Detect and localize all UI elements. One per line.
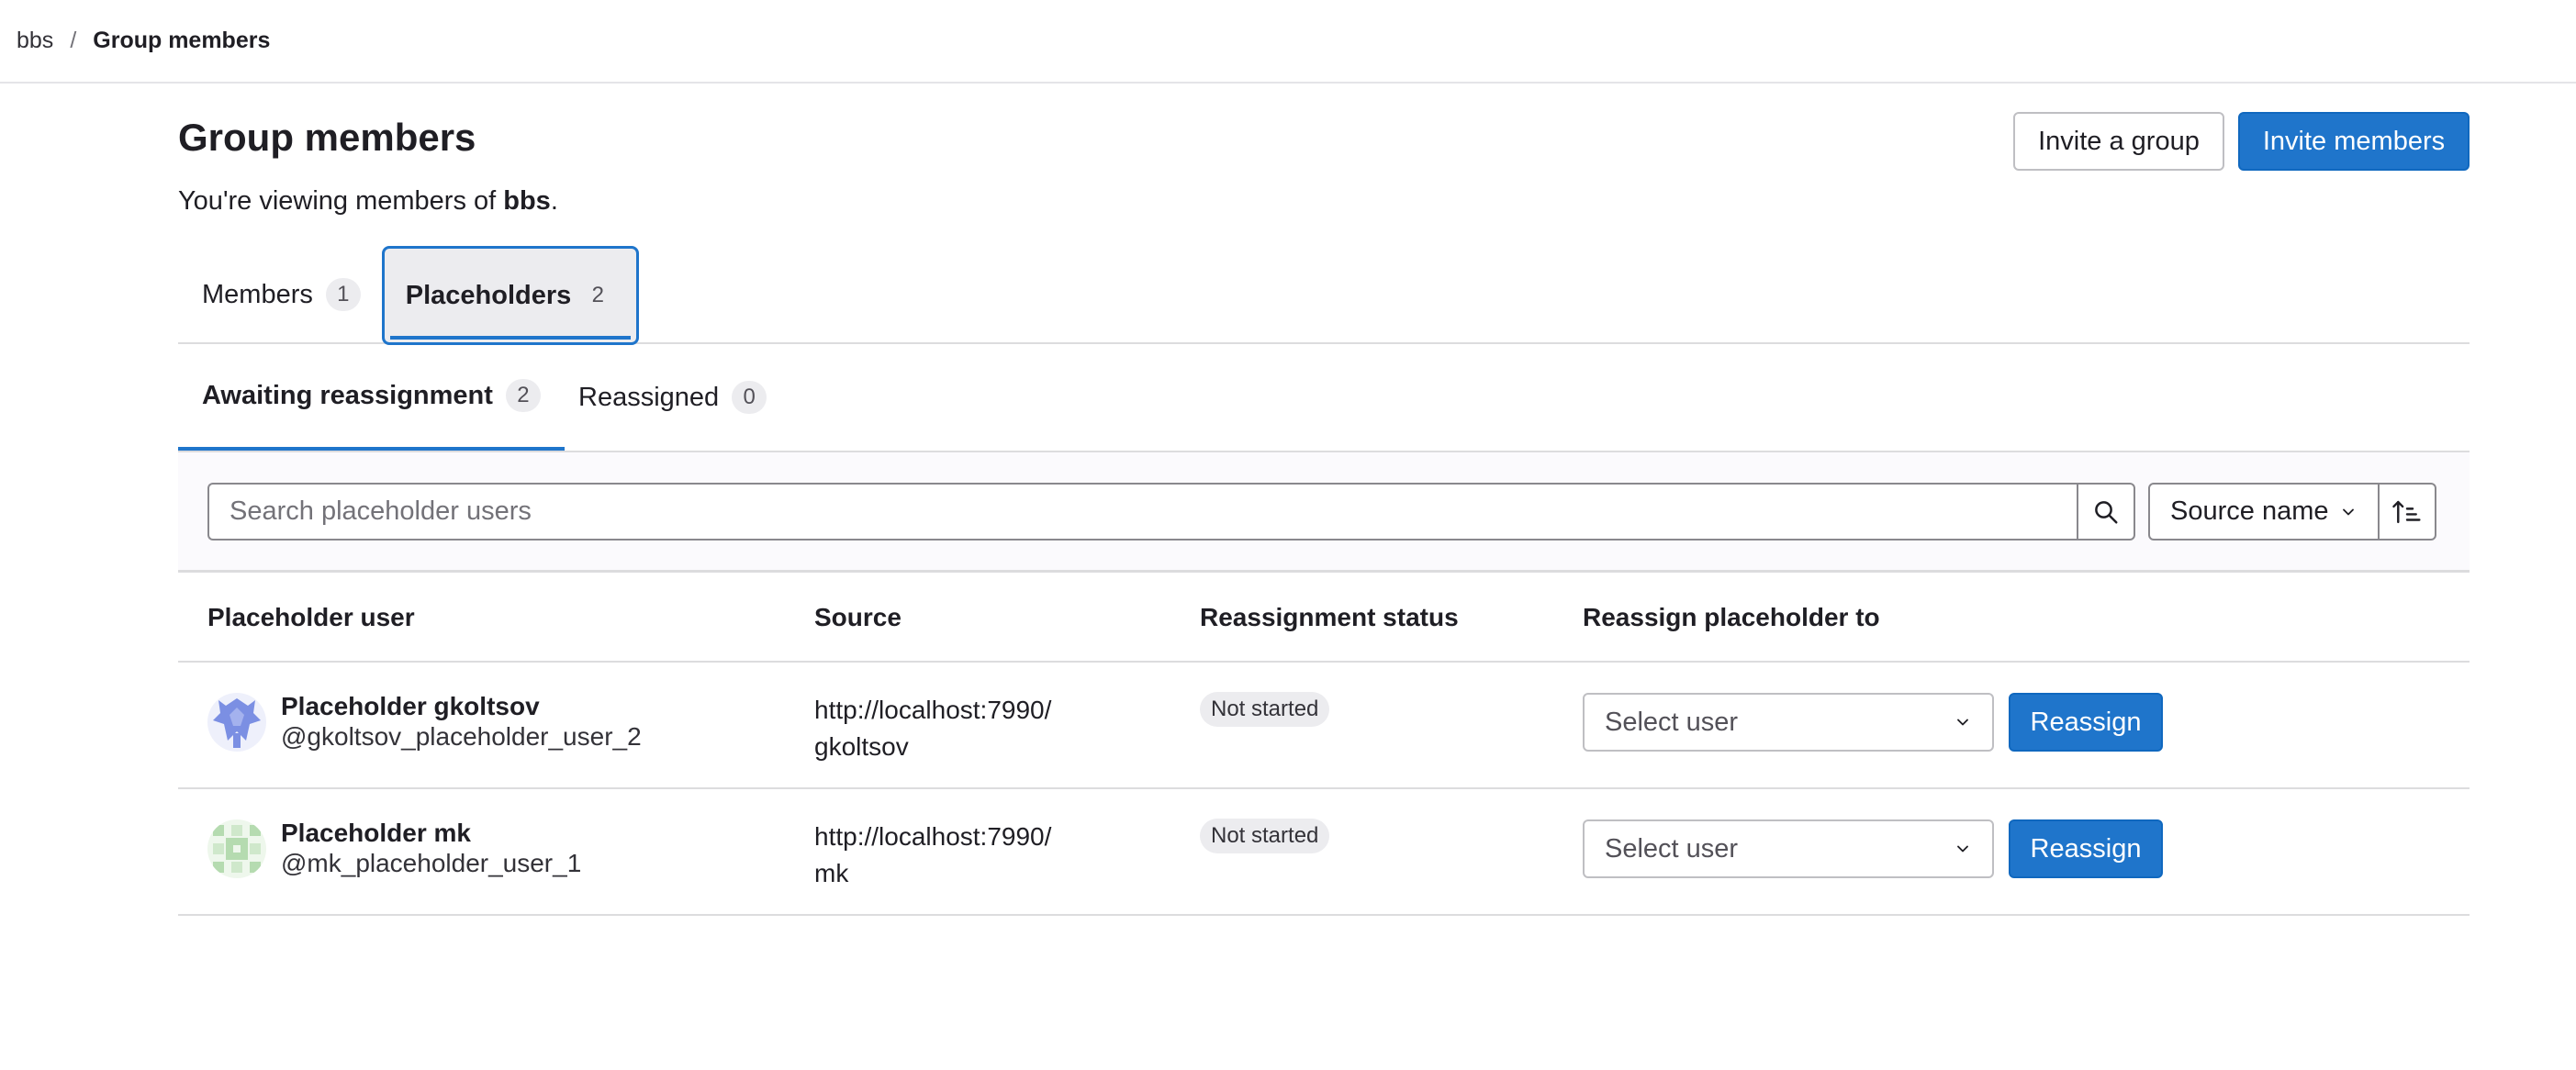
breadcrumb-separator: / (70, 28, 77, 53)
column-header-source: Source (814, 603, 902, 631)
source-url: http://localhost:7990/mk (814, 819, 1108, 892)
table-header: Placeholder user Source Reassignment sta… (178, 573, 2470, 663)
placeholder-username: @mk_placeholder_user_1 (281, 849, 582, 877)
source-url-line-2: mk (814, 859, 849, 887)
table-row: Placeholder gkoltsov @gkoltsov_placehold… (178, 663, 2470, 789)
placeholder-username: @gkoltsov_placeholder_user_2 (281, 722, 642, 751)
reassign-button[interactable]: Reassign (2009, 693, 2163, 752)
column-header-placeholder-user: Placeholder user (207, 603, 415, 631)
reassign-button[interactable]: Reassign (2009, 819, 2163, 878)
sort-ascending-icon (2392, 500, 2421, 523)
tab-placeholders-count-badge: 2 (591, 283, 604, 307)
tab-placeholders-label: Placeholders (405, 280, 572, 310)
breadcrumb: bbs / Group members (17, 28, 270, 54)
sort-by-value: Source name (2170, 496, 2329, 526)
tab-members-label: Members (202, 279, 313, 309)
subtab-reassigned-label: Reassigned (578, 382, 720, 412)
tab-placeholders[interactable]: Placeholders 2 (382, 246, 639, 345)
search-icon (2095, 500, 2118, 523)
table-row: Placeholder mk @mk_placeholder_user_1 ht… (178, 789, 2470, 916)
subtab-reassigned-count-badge: 0 (732, 381, 767, 414)
identicon-avatar-icon (207, 693, 266, 752)
column-header-reassign-to: Reassign placeholder to (1583, 603, 1880, 631)
sort-by-dropdown[interactable]: Source name (2148, 483, 2380, 541)
subtab-awaiting-count-badge: 2 (505, 379, 541, 412)
placeholder-user-name[interactable]: Placeholder mk (281, 819, 471, 848)
main-tabs: Members 1 Placeholders 2 (178, 246, 2470, 345)
chevron-down-icon (1957, 845, 1968, 853)
identicon-avatar-icon (207, 819, 266, 878)
top-bar: bbs / Group members (0, 0, 2576, 84)
placeholder-user-name[interactable]: Placeholder gkoltsov (281, 692, 540, 721)
select-user-placeholder: Select user (1605, 707, 1739, 737)
sort-direction-button[interactable] (2378, 483, 2436, 541)
chevron-down-icon (2343, 508, 2354, 515)
page-title: Group members (178, 116, 476, 159)
page-description-group: bbs (503, 186, 551, 216)
avatar (207, 693, 266, 752)
subtab-reassigned[interactable]: Reassigned 0 (578, 344, 767, 451)
search-input[interactable] (207, 483, 2078, 541)
sub-tabs: Awaiting reassignment 2 Reassigned 0 (178, 344, 2470, 452)
source-url-line-1: http://localhost:7990/ (814, 696, 1052, 724)
source-url-line-2: gkoltsov (814, 732, 909, 761)
page-description-prefix: You're viewing members of (178, 186, 504, 216)
select-user-dropdown[interactable]: Select user (1583, 693, 1994, 752)
page-description: You're viewing members of bbs. (178, 186, 558, 217)
source-url-line-1: http://localhost:7990/ (814, 822, 1052, 851)
select-user-dropdown[interactable]: Select user (1583, 819, 1994, 878)
breadcrumb-item-current[interactable]: Group members (93, 28, 270, 54)
invite-group-button[interactable]: Invite a group (2013, 112, 2224, 171)
page-description-suffix: . (550, 186, 558, 216)
placeholder-users-table: Placeholder user Source Reassignment sta… (178, 573, 2470, 916)
status-badge: Not started (1200, 819, 1330, 853)
select-user-placeholder: Select user (1605, 833, 1739, 864)
column-header-reassignment-status: Reassignment status (1200, 603, 1459, 631)
tab-members[interactable]: Members 1 (202, 246, 361, 343)
status-badge: Not started (1200, 692, 1330, 727)
breadcrumb-item-group[interactable]: bbs (17, 28, 53, 54)
subtab-awaiting-reassignment[interactable]: Awaiting reassignment 2 (178, 344, 565, 451)
search-button[interactable] (2077, 483, 2135, 541)
chevron-down-icon (1957, 719, 1968, 726)
source-url: http://localhost:7990/gkoltsov (814, 692, 1108, 765)
avatar (207, 819, 266, 878)
subtab-awaiting-label: Awaiting reassignment (202, 380, 493, 410)
active-tab-indicator (390, 336, 631, 340)
tab-members-count-badge: 1 (325, 278, 361, 311)
invite-members-button[interactable]: Invite members (2238, 112, 2470, 171)
filter-bar: Source name (178, 452, 2470, 573)
